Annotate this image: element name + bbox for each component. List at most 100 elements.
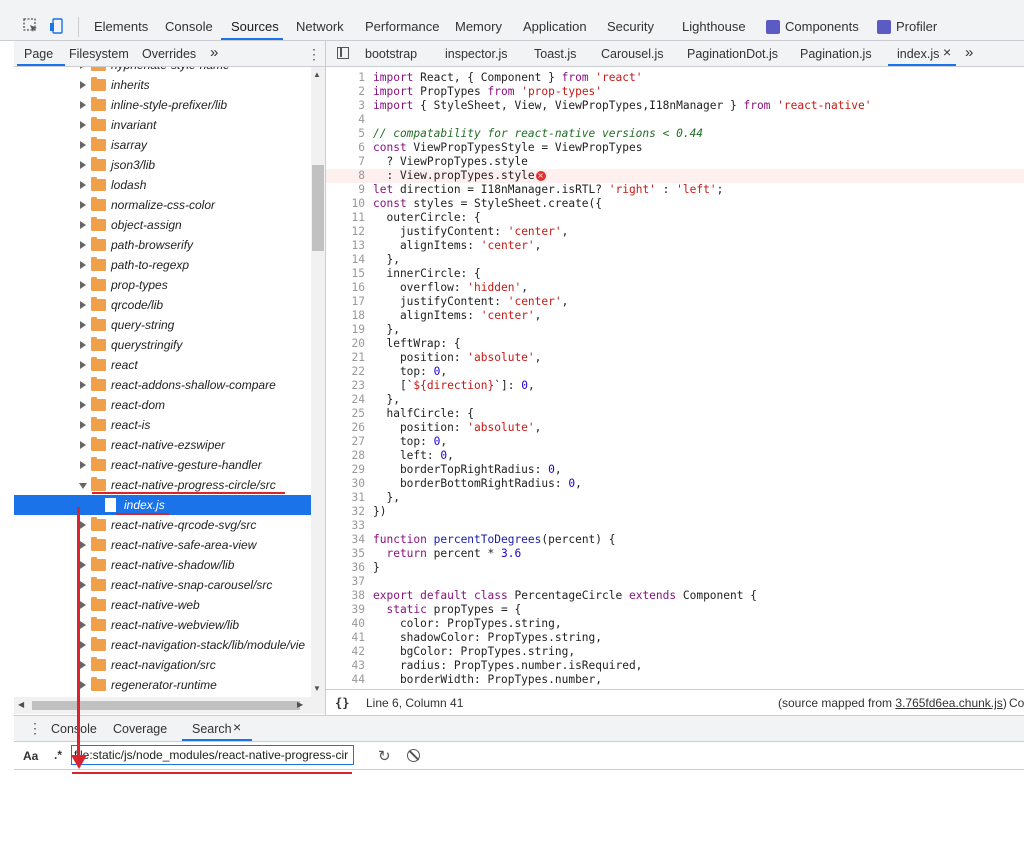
tab-profiler[interactable]: Profiler xyxy=(896,19,937,34)
tree-folder-item[interactable]: lodash xyxy=(14,175,311,195)
line-number[interactable]: 18 xyxy=(326,309,365,323)
line-number[interactable]: 20 xyxy=(326,337,365,351)
more-editor-tabs-icon[interactable]: » xyxy=(965,44,973,61)
collapsed-arrow-icon[interactable] xyxy=(80,141,86,149)
code-line[interactable]: 30 borderBottomRightRadius: 0, xyxy=(326,477,1024,491)
collapsed-arrow-icon[interactable] xyxy=(80,181,86,189)
code-line[interactable]: 15 innerCircle: { xyxy=(326,267,1024,281)
tab-console[interactable]: Console xyxy=(165,19,213,34)
code-line[interactable]: 28 left: 0, xyxy=(326,449,1024,463)
code-line[interactable]: 9 let direction = I18nManager.isRTL? 'rig… xyxy=(326,183,1024,197)
code-line[interactable]: 19 }, xyxy=(326,323,1024,337)
line-number[interactable]: 12 xyxy=(326,225,365,239)
line-number[interactable]: 24 xyxy=(326,393,365,407)
tree-folder-item[interactable]: react-dom xyxy=(14,395,311,415)
tree-folder-item[interactable]: isarray xyxy=(14,135,311,155)
tab-filesystem[interactable]: Filesystem xyxy=(69,47,129,61)
line-number[interactable]: 35 xyxy=(326,547,365,561)
tree-folder-item[interactable]: object-assign xyxy=(14,215,311,235)
code-line[interactable]: 10 const styles = StyleSheet.create({ xyxy=(326,197,1024,211)
tree-folder-item[interactable]: path-browserify xyxy=(14,235,311,255)
line-number[interactable]: 7 xyxy=(326,155,365,169)
scroll-up-arrow-icon[interactable]: ▲ xyxy=(313,70,321,79)
collapsed-arrow-icon[interactable] xyxy=(80,201,86,209)
hscrollbar-thumb[interactable] xyxy=(32,701,300,710)
line-number[interactable]: 23 xyxy=(326,379,365,393)
scroll-right-arrow-icon[interactable]: ▶ xyxy=(297,700,303,709)
scroll-down-arrow-icon[interactable]: ▼ xyxy=(313,684,321,693)
tab-inspector-js[interactable]: inspector.js xyxy=(445,47,508,61)
tab-paginationdot-js[interactable]: PaginationDot.js xyxy=(687,47,778,61)
collapsed-arrow-icon[interactable] xyxy=(80,361,86,369)
code-line[interactable]: 35 return percent * 3.6 xyxy=(326,547,1024,561)
tree-folder-item[interactable]: react-navigation-stack/lib/module/vie xyxy=(14,635,311,655)
tree-folder-item[interactable]: json3/lib xyxy=(14,155,311,175)
line-number[interactable]: 28 xyxy=(326,449,365,463)
collapsed-arrow-icon[interactable] xyxy=(80,281,86,289)
code-line[interactable]: 42 bgColor: PropTypes.string, xyxy=(326,645,1024,659)
code-line[interactable]: 27 top: 0, xyxy=(326,435,1024,449)
tab-memory[interactable]: Memory xyxy=(455,19,502,34)
code-line[interactable]: 26 position: 'absolute', xyxy=(326,421,1024,435)
line-number[interactable]: 44 xyxy=(326,673,365,687)
line-number[interactable]: 30 xyxy=(326,477,365,491)
collapsed-arrow-icon[interactable] xyxy=(80,221,86,229)
tree-folder-item[interactable]: path-to-regexp xyxy=(14,255,311,275)
code-line[interactable]: 5 // compatability for react-native versi… xyxy=(326,127,1024,141)
code-line[interactable]: 14 }, xyxy=(326,253,1024,267)
tree-folder-item[interactable]: invariant xyxy=(14,115,311,135)
tree-folder-item[interactable]: query-string xyxy=(14,315,311,335)
collapsed-arrow-icon[interactable] xyxy=(80,541,86,549)
tree-folder-item[interactable]: react-native-qrcode-svg/src xyxy=(14,515,311,535)
line-number[interactable]: 19 xyxy=(326,323,365,337)
line-number[interactable]: 17 xyxy=(326,295,365,309)
code-line[interactable]: 34 function percentToDegrees(percent) { xyxy=(326,533,1024,547)
code-line[interactable]: 12 justifyContent: 'center', xyxy=(326,225,1024,239)
error-icon[interactable]: × xyxy=(535,171,546,181)
code-line[interactable]: 22 top: 0, xyxy=(326,365,1024,379)
line-number[interactable]: 2 xyxy=(326,85,365,99)
tree-folder-item[interactable]: react-native-snap-carousel/src xyxy=(14,575,311,595)
tab-sources[interactable]: Sources xyxy=(231,19,279,34)
drawer-tab-console[interactable]: Console xyxy=(51,722,97,736)
collapsed-arrow-icon[interactable] xyxy=(80,641,86,649)
collapsed-arrow-icon[interactable] xyxy=(80,101,86,109)
line-number[interactable]: 26 xyxy=(326,421,365,435)
code-line[interactable]: 20 leftWrap: { xyxy=(326,337,1024,351)
code-line[interactable]: 31 }, xyxy=(326,491,1024,505)
clear-search-icon[interactable] xyxy=(407,749,420,762)
line-number[interactable]: 27 xyxy=(326,435,365,449)
tree-folder-item[interactable]: inline-style-prefixer/lib xyxy=(14,95,311,115)
code-line[interactable]: 37 xyxy=(326,575,1024,589)
collapsed-arrow-icon[interactable] xyxy=(80,461,86,469)
code-line[interactable]: 2 import PropTypes from 'prop-types' xyxy=(326,85,1024,99)
collapsed-arrow-icon[interactable] xyxy=(80,401,86,409)
line-number[interactable]: 11 xyxy=(326,211,365,225)
line-number[interactable]: 34 xyxy=(326,533,365,547)
collapsed-arrow-icon[interactable] xyxy=(80,521,86,529)
line-number[interactable]: 8 xyxy=(326,169,365,183)
tree-folder-item[interactable]: react-native-safe-area-view xyxy=(14,535,311,555)
collapsed-arrow-icon[interactable] xyxy=(80,301,86,309)
code-line[interactable]: 13 alignItems: 'center', xyxy=(326,239,1024,253)
drawer-menu-icon[interactable]: ⋮ xyxy=(28,720,42,737)
close-tab-icon[interactable]: × xyxy=(943,44,951,60)
code-line[interactable]: 23 [`${direction}`]: 0, xyxy=(326,379,1024,393)
tree-folder-item[interactable]: normalize-css-color xyxy=(14,195,311,215)
collapsed-arrow-icon[interactable] xyxy=(80,81,86,89)
line-number[interactable]: 9 xyxy=(326,183,365,197)
tree-folder-item[interactable]: react-native-gesture-handler xyxy=(14,455,311,475)
collapsed-arrow-icon[interactable] xyxy=(80,67,86,69)
line-number[interactable]: 16 xyxy=(326,281,365,295)
tree-horizontal-scrollbar[interactable]: ◀ ▶ xyxy=(14,697,325,714)
tree-folder-item[interactable]: prop-types xyxy=(14,275,311,295)
collapsed-arrow-icon[interactable] xyxy=(80,381,86,389)
line-number[interactable]: 43 xyxy=(326,659,365,673)
collapsed-arrow-icon[interactable] xyxy=(80,121,86,129)
drawer-tab-search[interactable]: Search xyxy=(192,722,232,736)
collapsed-arrow-icon[interactable] xyxy=(80,261,86,269)
code-line[interactable]: 32}) xyxy=(326,505,1024,519)
more-tabs-icon[interactable]: » xyxy=(210,44,218,61)
line-number[interactable]: 13 xyxy=(326,239,365,253)
tab-elements[interactable]: Elements xyxy=(94,19,148,34)
